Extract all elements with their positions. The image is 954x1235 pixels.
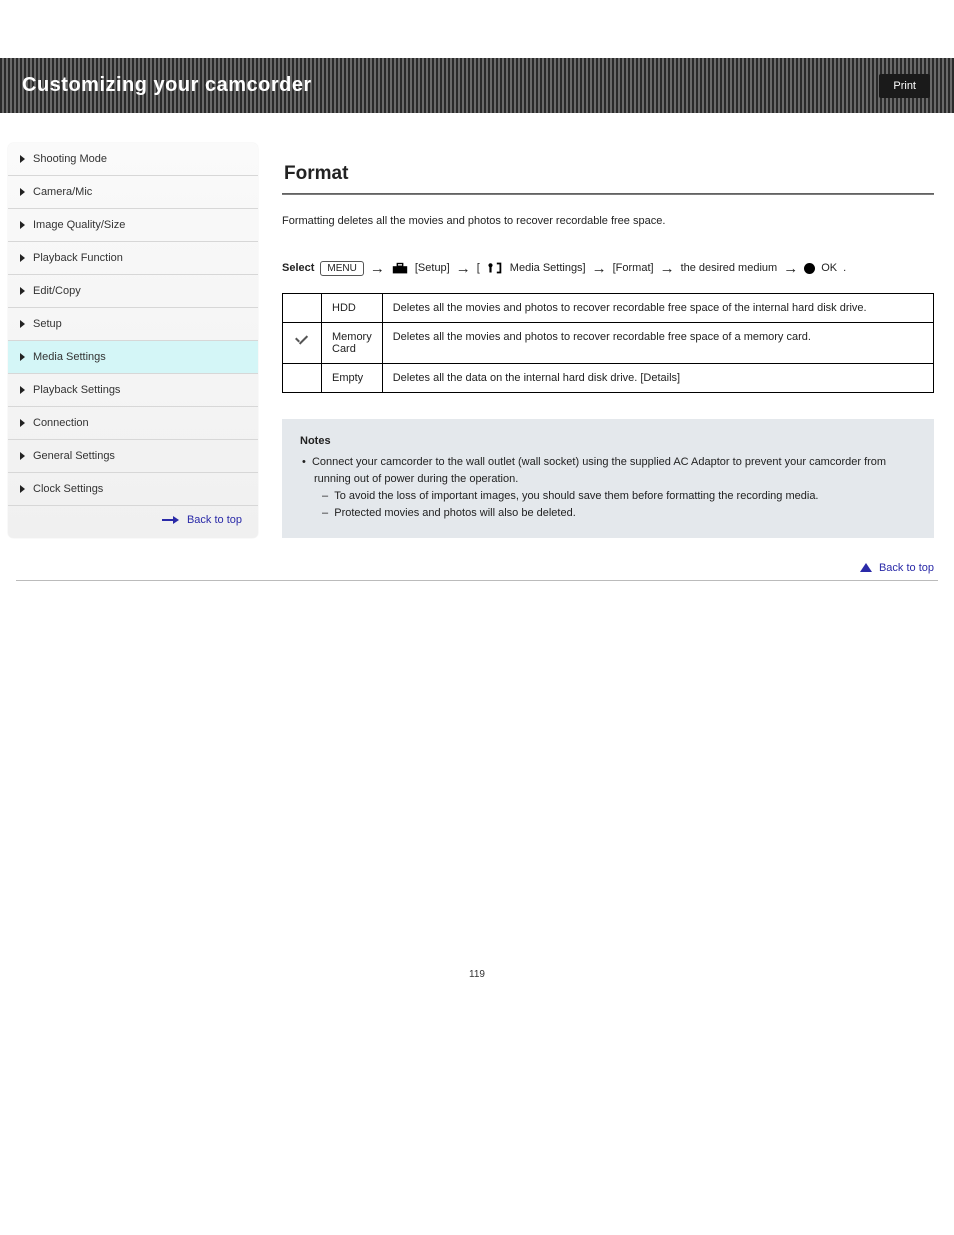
print-button[interactable]: Print — [879, 74, 930, 98]
sidebar-item-label: Shooting Mode — [33, 153, 107, 165]
notes-heading: Notes — [300, 433, 916, 450]
notes-box: Notes • Connect your camcorder to the wa… — [282, 419, 934, 538]
sidebar-item-label: Playback Settings — [33, 384, 120, 396]
row-icon-cell — [283, 293, 322, 322]
sidebar-item-setup[interactable]: Setup — [8, 308, 258, 341]
sidebar-item-label: General Settings — [33, 450, 115, 462]
ok-dot-icon — [804, 263, 815, 274]
back-to-top-label: Back to top — [187, 514, 242, 526]
path-ok: OK — [821, 262, 837, 274]
sidebar: Shooting Mode Camera/Mic Image Quality/S… — [8, 143, 258, 538]
notes-bullet-text: Connect your camcorder to the wall outle… — [312, 456, 886, 485]
title-rule — [282, 193, 934, 195]
row-label: Empty — [322, 363, 383, 392]
sidebar-item-edit-copy[interactable]: Edit/Copy — [8, 275, 258, 308]
header-title: Customizing your camcorder — [22, 74, 312, 97]
caret-icon — [20, 287, 25, 295]
sidebar-item-media-settings[interactable]: Media Settings — [8, 341, 258, 374]
page-body: Shooting Mode Camera/Mic Image Quality/S… — [0, 113, 954, 538]
caret-icon — [20, 155, 25, 163]
caret-icon — [20, 254, 25, 262]
sidebar-item-connection[interactable]: Connection — [8, 407, 258, 440]
arrow-right-icon — [162, 517, 180, 523]
sidebar-item-image-quality[interactable]: Image Quality/Size — [8, 209, 258, 242]
caret-icon — [20, 320, 25, 328]
sidebar-item-playback-settings[interactable]: Playback Settings — [8, 374, 258, 407]
footer-back-label: Back to top — [879, 562, 934, 574]
arrow-icon: → — [660, 260, 675, 277]
check-icon — [293, 334, 311, 348]
notes-bullet: • Connect your camcorder to the wall out… — [300, 454, 916, 488]
sidebar-item-label: Setup — [33, 318, 62, 330]
row-label: Memory Card — [322, 322, 383, 363]
sidebar-item-label: Media Settings — [33, 351, 106, 363]
page-number: 119 — [0, 581, 954, 1000]
row-desc: Deletes all the movies and photos to rec… — [382, 322, 933, 363]
sidebar-item-general-settings[interactable]: General Settings — [8, 440, 258, 473]
media-tool-icon — [486, 261, 504, 275]
options-table: HDD Deletes all the movies and photos to… — [282, 293, 934, 393]
notes-sub-text: Protected movies and photos will also be… — [334, 507, 576, 519]
content-title: Format — [284, 163, 934, 185]
arrow-icon: → — [592, 260, 607, 277]
sidebar-back-to-top[interactable]: Back to top — [8, 506, 258, 536]
table-row: HDD Deletes all the movies and photos to… — [283, 293, 934, 322]
sidebar-item-camera-mic[interactable]: Camera/Mic — [8, 176, 258, 209]
row-icon-cell — [283, 363, 322, 392]
notes-sub: – Protected movies and photos will also … — [300, 505, 916, 522]
path-medium: the desired medium — [681, 262, 778, 274]
caret-icon — [20, 485, 25, 493]
path-media: Media Settings] — [510, 262, 586, 274]
path-format: [Format] — [613, 262, 654, 274]
sidebar-item-shooting-mode[interactable]: Shooting Mode — [8, 143, 258, 176]
toolbox-icon — [391, 261, 409, 275]
lead-text: Formatting deletes all the movies and ph… — [282, 213, 934, 230]
sidebar-item-playback-function[interactable]: Playback Function — [8, 242, 258, 275]
table-row: Empty Deletes all the data on the intern… — [283, 363, 934, 392]
row-desc: Deletes all the movies and photos to rec… — [382, 293, 933, 322]
sidebar-item-label: Connection — [33, 417, 89, 429]
menu-pill: MENU — [320, 261, 363, 276]
caret-icon — [20, 419, 25, 427]
sidebar-item-label: Edit/Copy — [33, 285, 81, 297]
caret-icon — [20, 452, 25, 460]
path-step: Select — [282, 262, 314, 274]
row-label: HDD — [322, 293, 383, 322]
row-desc: Deletes all the data on the internal har… — [382, 363, 933, 392]
content: Format Formatting deletes all the movies… — [282, 143, 934, 538]
sidebar-item-label: Camera/Mic — [33, 186, 92, 198]
arrow-icon: → — [370, 260, 385, 277]
caret-icon — [20, 221, 25, 229]
sidebar-item-clock-settings[interactable]: Clock Settings — [8, 473, 258, 506]
path-setup: [Setup] — [415, 262, 450, 274]
caret-icon — [20, 353, 25, 361]
row-icon-cell — [283, 322, 322, 363]
sidebar-item-label: Clock Settings — [33, 483, 103, 495]
sidebar-item-label: Image Quality/Size — [33, 219, 125, 231]
sidebar-item-label: Playback Function — [33, 252, 123, 264]
caret-icon — [20, 188, 25, 196]
notes-sub: – To avoid the loss of important images,… — [300, 488, 916, 505]
menu-path: Select MENU → [Setup] → [ Media Settings… — [282, 260, 934, 277]
path-media-open: [ — [477, 262, 480, 274]
footer-back-to-top[interactable]: Back to top — [0, 538, 954, 578]
triangle-up-icon — [860, 563, 872, 572]
arrow-icon: → — [456, 260, 471, 277]
path-period: . — [843, 262, 846, 274]
notes-sub-text: To avoid the loss of important images, y… — [334, 490, 818, 502]
table-row: Memory Card Deletes all the movies and p… — [283, 322, 934, 363]
arrow-icon: → — [783, 260, 798, 277]
header-bar: Customizing your camcorder Print — [0, 58, 954, 113]
caret-icon — [20, 386, 25, 394]
